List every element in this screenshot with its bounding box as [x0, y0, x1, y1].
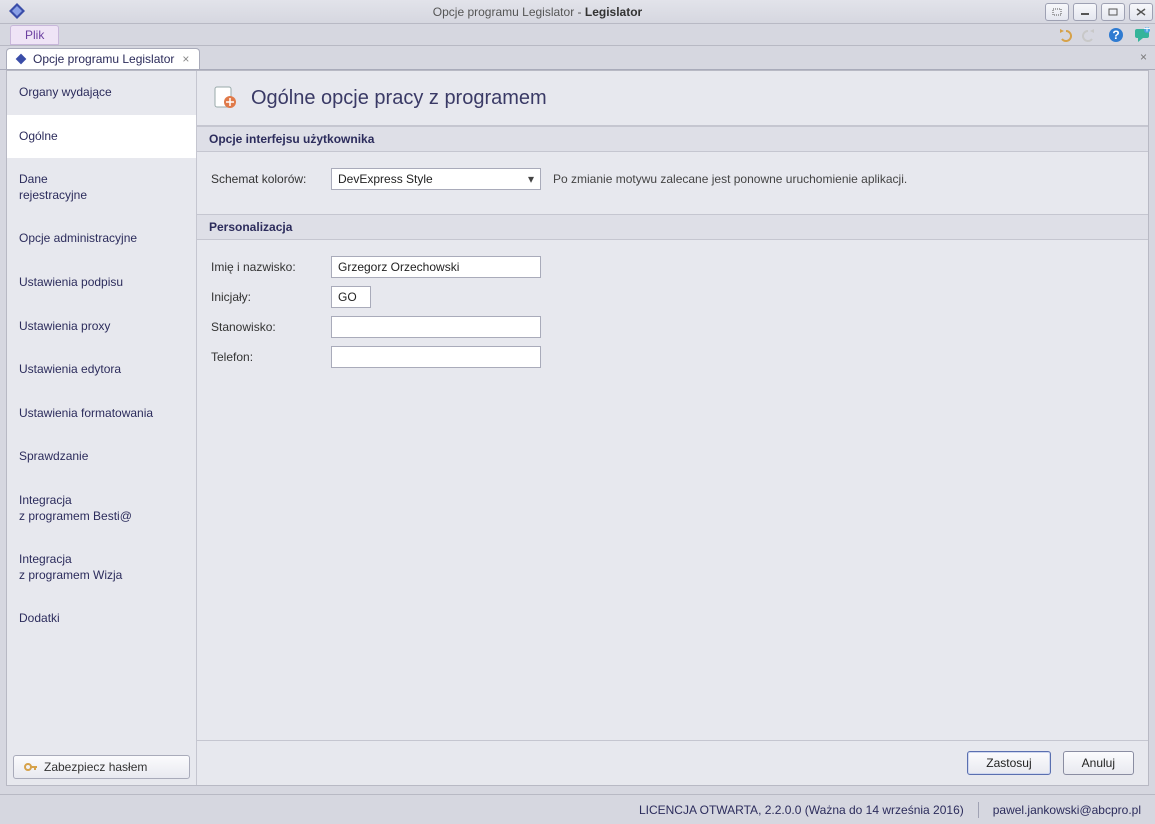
content: Ogólne opcje pracy z programem Opcje int… [197, 71, 1148, 785]
color-scheme-hint: Po zmianie motywu zalecane jest ponowne … [553, 172, 907, 186]
status-separator [978, 802, 979, 818]
tab-options[interactable]: Opcje programu Legislator × [6, 48, 200, 69]
menubar: Plik ? + [0, 24, 1155, 46]
key-icon [24, 760, 38, 774]
initials-label: Inicjały: [211, 290, 331, 304]
page-header: Ogólne opcje pracy z programem [197, 71, 1148, 126]
titlebar: Opcje programu Legislator - Legislator [0, 0, 1155, 24]
sidebar-item-editor-settings[interactable]: Ustawienia edytora [7, 348, 196, 392]
sidebar-item-proxy-settings[interactable]: Ustawienia proxy [7, 305, 196, 349]
tab-label: Opcje programu Legislator [33, 52, 174, 66]
window-maximize-button[interactable] [1101, 3, 1125, 21]
sidebar-item-integration-bestia[interactable]: Integracja z programem Besti@ [7, 479, 196, 538]
menu-file[interactable]: Plik [10, 25, 59, 45]
name-label: Imię i nazwisko: [211, 260, 331, 274]
app-icon [8, 2, 28, 22]
workarea: Organy wydające Ogólne Dane rejestracyjn… [6, 70, 1149, 786]
sidebar-item-admin-options[interactable]: Opcje administracyjne [7, 217, 196, 261]
status-user: pawel.jankowski@abcpro.pl [993, 803, 1141, 817]
name-input[interactable] [331, 256, 541, 278]
color-scheme-value: DevExpress Style [338, 172, 433, 186]
window-close-button[interactable] [1129, 3, 1153, 21]
cancel-button[interactable]: Anuluj [1063, 751, 1134, 775]
phone-label: Telefon: [211, 350, 331, 364]
feedback-icon[interactable]: + [1131, 24, 1153, 46]
position-input[interactable] [331, 316, 541, 338]
sidebar: Organy wydające Ogólne Dane rejestracyjn… [7, 71, 197, 785]
secure-password-button[interactable]: Zabezpiecz hasłem [13, 755, 190, 779]
tabstrip: Opcje programu Legislator × × [0, 46, 1155, 70]
svg-text:?: ? [1112, 28, 1119, 42]
tab-close-icon[interactable]: × [180, 52, 191, 66]
chevron-down-icon: ▾ [528, 172, 534, 186]
sidebar-item-addons[interactable]: Dodatki [7, 597, 196, 641]
redo-icon[interactable] [1079, 24, 1101, 46]
sidebar-item-general[interactable]: Ogólne [7, 115, 196, 159]
initials-input[interactable] [331, 286, 371, 308]
undo-icon[interactable] [1053, 24, 1075, 46]
statusbar: LICENCJA OTWARTA, 2.2.0.0 (Ważna do 14 w… [0, 794, 1155, 824]
help-icon[interactable]: ? [1105, 24, 1127, 46]
color-scheme-label: Schemat kolorów: [211, 172, 331, 186]
apply-button[interactable]: Zastosuj [967, 751, 1050, 775]
position-label: Stanowisko: [211, 320, 331, 334]
secure-password-label: Zabezpiecz hasłem [44, 760, 147, 774]
window-tray-button[interactable] [1045, 3, 1069, 21]
page-title: Ogólne opcje pracy z programem [251, 87, 547, 110]
section-personalization: Personalizacja [197, 214, 1148, 240]
sidebar-item-checking[interactable]: Sprawdzanie [7, 435, 196, 479]
page-header-icon [213, 85, 239, 111]
sidebar-item-signature-settings[interactable]: Ustawienia podpisu [7, 261, 196, 305]
sidebar-item-formatting-settings[interactable]: Ustawienia formatowania [7, 392, 196, 436]
sidebar-item-issuing-bodies[interactable]: Organy wydające [7, 71, 196, 115]
status-license: LICENCJA OTWARTA, 2.2.0.0 (Ważna do 14 w… [639, 803, 964, 817]
tabstrip-close-icon[interactable]: × [1140, 50, 1147, 64]
content-footer: Zastosuj Anuluj [197, 740, 1148, 785]
color-scheme-select[interactable]: DevExpress Style ▾ [331, 168, 541, 190]
tab-icon [15, 53, 27, 65]
section-ui-options: Opcje interfejsu użytkownika [197, 126, 1148, 152]
sidebar-item-integration-wizja[interactable]: Integracja z programem Wizja [7, 538, 196, 597]
window-title: Opcje programu Legislator - Legislator [34, 5, 1041, 19]
window-minimize-button[interactable] [1073, 3, 1097, 21]
svg-text:+: + [1143, 27, 1150, 36]
sidebar-item-registration-data[interactable]: Dane rejestracyjne [7, 158, 196, 217]
phone-input[interactable] [331, 346, 541, 368]
